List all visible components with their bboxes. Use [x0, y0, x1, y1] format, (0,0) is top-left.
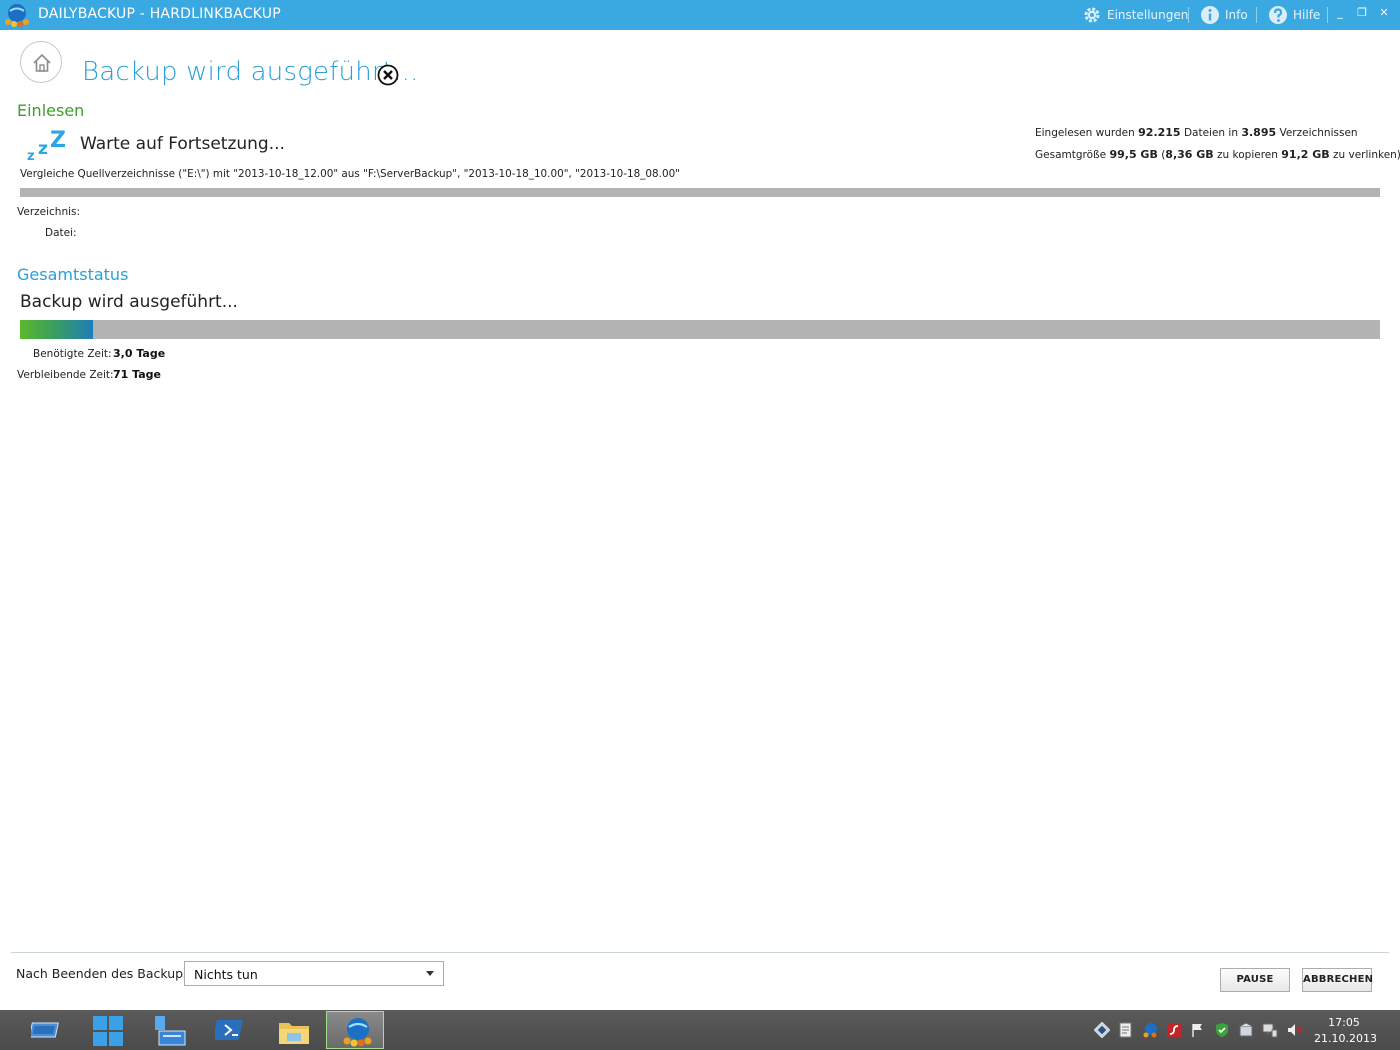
network-computer-icon — [155, 1016, 186, 1046]
help-icon — [1269, 6, 1287, 24]
footer-divider — [11, 952, 1389, 953]
gear-icon — [1084, 7, 1100, 23]
dirs-count: 3.895 — [1241, 126, 1277, 139]
window-title: DAILYBACKUP - HARDLINKBACKUP — [38, 6, 281, 22]
home-icon — [33, 53, 51, 72]
home-button[interactable] — [20, 41, 62, 83]
app-logo-icon — [5, 4, 29, 27]
read-count-row: Eingelesen wurden 92.215 Dateien in 3.89… — [1035, 124, 1380, 146]
compare-text: Vergleiche Quellverzeichnisse ("E:\") mi… — [20, 168, 680, 180]
after-backup-value: Nichts tun — [194, 967, 258, 982]
dirs-suffix: Verzeichnissen — [1279, 127, 1358, 139]
copy-label: zu kopieren — [1217, 149, 1278, 161]
svg-text:z: z — [38, 139, 48, 159]
overall-progress-fill — [20, 320, 94, 339]
overall-status-text: Backup wird ausgeführt... — [20, 292, 238, 312]
sleep-icon: z z Z — [27, 128, 66, 164]
taskbar-app-explorer[interactable] — [264, 1011, 322, 1049]
shield-tray-icon[interactable] — [1214, 1022, 1230, 1038]
cancel-button[interactable]: ABBRECHEN — [1302, 968, 1373, 992]
volume-muted-icon[interactable] — [1286, 1022, 1302, 1038]
reading-status-text: Warte auf Fortsetzung... — [80, 134, 285, 154]
server-manager-icon — [31, 1022, 59, 1038]
clock-date: 21.10.2013 — [1314, 1032, 1377, 1045]
help-menu[interactable]: Hilfe — [1268, 4, 1320, 26]
taskbar-app-network[interactable] — [140, 1011, 198, 1049]
time-needed-value: 3,0 Tage — [113, 347, 166, 360]
taskbar-app-powershell[interactable] — [202, 1011, 260, 1049]
flag-tray-icon[interactable] — [1190, 1022, 1206, 1038]
time-remaining-label: Verbleibende Zeit: — [17, 369, 114, 381]
tiles-icon — [93, 1016, 123, 1046]
total-label: Gesamtgröße — [1035, 149, 1107, 161]
taskbar-app-dailybackup[interactable] — [326, 1011, 384, 1049]
powershell-icon — [215, 1020, 243, 1040]
overall-section-title: Gesamtstatus — [17, 265, 129, 284]
menu-divider — [1327, 7, 1328, 23]
folder-icon — [279, 1023, 309, 1044]
info-icon — [1201, 6, 1219, 24]
copy-size: 8,36 GB — [1165, 148, 1214, 161]
box-tray-icon[interactable] — [1238, 1022, 1254, 1038]
chevron-down-icon — [426, 971, 434, 976]
reading-section-title: Einlesen — [17, 101, 85, 120]
svg-text:Z: Z — [50, 128, 66, 153]
directory-label: Verzeichnis: — [17, 206, 81, 218]
time-needed-label: Benötigte Zeit: — [33, 348, 112, 360]
minimize-button[interactable]: _ — [1333, 5, 1347, 21]
time-remaining-value: 71 Tage — [113, 368, 161, 381]
pause-button[interactable]: PAUSE — [1220, 968, 1290, 992]
read-prefix: Eingelesen wurden — [1035, 127, 1135, 139]
info-label: Info — [1225, 8, 1248, 22]
file-label: Datei: — [45, 227, 77, 239]
overall-progress-bar — [20, 320, 1380, 339]
settings-label: Einstellungen — [1107, 8, 1189, 22]
size-row: Gesamtgröße 99,5 GB (8,36 GB zu kopieren… — [1035, 146, 1400, 168]
files-mid: Dateien in — [1183, 127, 1238, 139]
info-menu[interactable]: Info — [1200, 4, 1248, 26]
dailybackup-tray-icon[interactable] — [1142, 1022, 1158, 1038]
files-count: 92.215 — [1138, 126, 1181, 139]
taskbar-clock[interactable]: 17:05 21.10.2013 — [1314, 1015, 1377, 1047]
close-window-button[interactable]: ✕ — [1377, 5, 1391, 21]
taskbar-app-start-screen[interactable] — [79, 1011, 137, 1049]
network-tray-icon[interactable] — [1262, 1022, 1278, 1038]
cancel-circle-icon[interactable] — [377, 64, 399, 86]
link-size: 91,2 GB — [1281, 148, 1330, 161]
reading-progress-bar — [20, 188, 1380, 197]
dailybackup-icon — [343, 1018, 372, 1047]
total-size: 99,5 GB — [1109, 148, 1158, 161]
title-bar: DAILYBACKUP - HARDLINKBACKUP Einstellung… — [0, 0, 1400, 30]
menu-divider — [1256, 7, 1257, 23]
clock-time: 17:05 — [1328, 1016, 1360, 1029]
document-tray-icon[interactable] — [1118, 1022, 1134, 1038]
reading-stats: Eingelesen wurden 92.215 Dateien in 3.89… — [1035, 124, 1400, 168]
restore-button[interactable]: ❐ — [1355, 5, 1369, 21]
flash-tray-icon[interactable] — [1166, 1022, 1182, 1038]
help-label: Hilfe — [1293, 8, 1321, 22]
after-backup-select[interactable]: Nichts tun — [184, 961, 444, 986]
page-title: Backup wird ausgeführt... — [82, 57, 419, 87]
link-label: zu verlinken) — [1333, 149, 1400, 161]
after-backup-label: Nach Beenden des Backups: — [16, 966, 194, 981]
settings-menu[interactable]: Einstellungen — [1082, 4, 1188, 26]
taskbar-app-server-manager[interactable] — [18, 1011, 76, 1049]
svg-text:z: z — [27, 149, 35, 164]
menu-divider — [1188, 7, 1189, 23]
pen-tray-icon[interactable] — [1094, 1022, 1110, 1038]
